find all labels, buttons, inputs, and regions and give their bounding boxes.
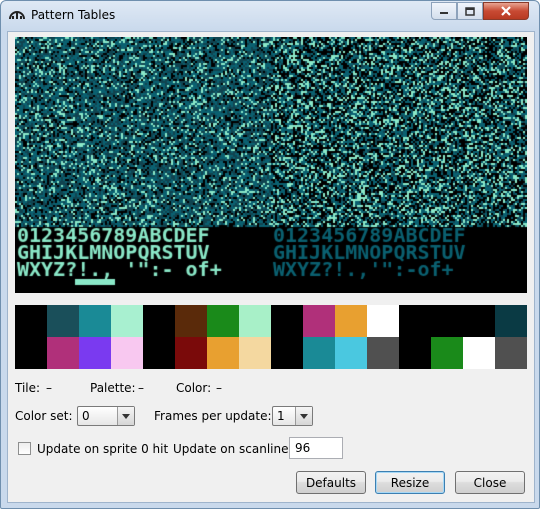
- frames-per-update-select[interactable]: 1: [272, 406, 313, 426]
- palette-view[interactable]: [15, 305, 527, 369]
- palette-swatch[interactable]: [495, 337, 527, 369]
- palette-swatch[interactable]: [79, 305, 111, 337]
- window-title: Pattern Tables: [31, 8, 116, 22]
- palette-swatch[interactable]: [271, 305, 303, 337]
- pattern-tables-window: Pattern Tables Tile: – Palette: – Color:…: [0, 0, 540, 509]
- palette-swatch[interactable]: [111, 337, 143, 369]
- palette-swatch[interactable]: [399, 305, 431, 337]
- palette-swatch[interactable]: [175, 305, 207, 337]
- close-icon: [501, 6, 511, 16]
- palette-swatch[interactable]: [335, 337, 367, 369]
- palette-swatch[interactable]: [15, 305, 47, 337]
- frames-per-update-label: Frames per update:: [154, 409, 272, 423]
- palette-swatch[interactable]: [303, 305, 335, 337]
- palette-label: Palette:: [90, 381, 136, 395]
- palette-swatch[interactable]: [495, 305, 527, 337]
- scanline-input[interactable]: [290, 438, 342, 458]
- color-label: Color:: [176, 381, 212, 395]
- palette-swatch[interactable]: [111, 305, 143, 337]
- pattern-table-view[interactable]: [15, 37, 527, 293]
- title-bar[interactable]: Pattern Tables: [1, 1, 539, 31]
- close-window-button[interactable]: [483, 2, 529, 20]
- defaults-button[interactable]: Defaults: [296, 471, 366, 494]
- palette-swatch[interactable]: [239, 305, 271, 337]
- palette-swatch[interactable]: [15, 337, 47, 369]
- close-button-label: Close: [473, 475, 507, 490]
- palette-swatch[interactable]: [175, 337, 207, 369]
- palette-swatch[interactable]: [47, 305, 79, 337]
- color-set-value: 0: [82, 409, 90, 423]
- color-set-select[interactable]: 0: [77, 406, 135, 426]
- dialog-content: Tile: – Palette: – Color: – Color set: 0…: [7, 31, 535, 503]
- chevron-down-icon: [117, 407, 134, 425]
- palette-swatch[interactable]: [367, 305, 399, 337]
- scanline-field[interactable]: [289, 437, 343, 459]
- palette-swatch[interactable]: [335, 305, 367, 337]
- minimize-button[interactable]: [431, 2, 457, 20]
- color-set-label: Color set:: [15, 409, 73, 423]
- palette-swatch[interactable]: [79, 337, 111, 369]
- maximize-button[interactable]: [457, 2, 483, 20]
- palette-swatch[interactable]: [207, 337, 239, 369]
- palette-swatch[interactable]: [143, 337, 175, 369]
- palette-swatch[interactable]: [143, 305, 175, 337]
- palette-swatch[interactable]: [463, 337, 495, 369]
- restore-icon: [465, 6, 475, 16]
- frames-per-update-value: 1: [277, 409, 285, 423]
- palette-swatch[interactable]: [47, 337, 79, 369]
- palette-swatch[interactable]: [239, 337, 271, 369]
- palette-swatch[interactable]: [431, 337, 463, 369]
- color-value: –: [216, 381, 222, 395]
- close-button[interactable]: Close: [455, 471, 525, 494]
- chevron-down-icon: [295, 407, 312, 425]
- scanline-label: Update on scanline:: [173, 442, 293, 456]
- palette-value: –: [138, 381, 144, 395]
- palette-swatch[interactable]: [463, 305, 495, 337]
- sprite0-hit-checkbox[interactable]: [18, 442, 31, 455]
- defaults-button-label: Defaults: [305, 475, 357, 490]
- palette-swatch[interactable]: [367, 337, 399, 369]
- palette-swatch[interactable]: [303, 337, 335, 369]
- palette-swatch[interactable]: [207, 305, 239, 337]
- palette-swatch[interactable]: [271, 337, 303, 369]
- sprite0-hit-label: Update on sprite 0 hit: [37, 442, 169, 456]
- tile-label: Tile:: [15, 381, 41, 395]
- resize-button[interactable]: Resize: [375, 471, 445, 494]
- palette-swatch[interactable]: [399, 337, 431, 369]
- minimize-icon: [440, 12, 448, 14]
- nes-app-icon: [9, 11, 25, 20]
- resize-button-label: Resize: [390, 475, 430, 490]
- palette-swatch[interactable]: [431, 305, 463, 337]
- tile-value: –: [46, 381, 52, 395]
